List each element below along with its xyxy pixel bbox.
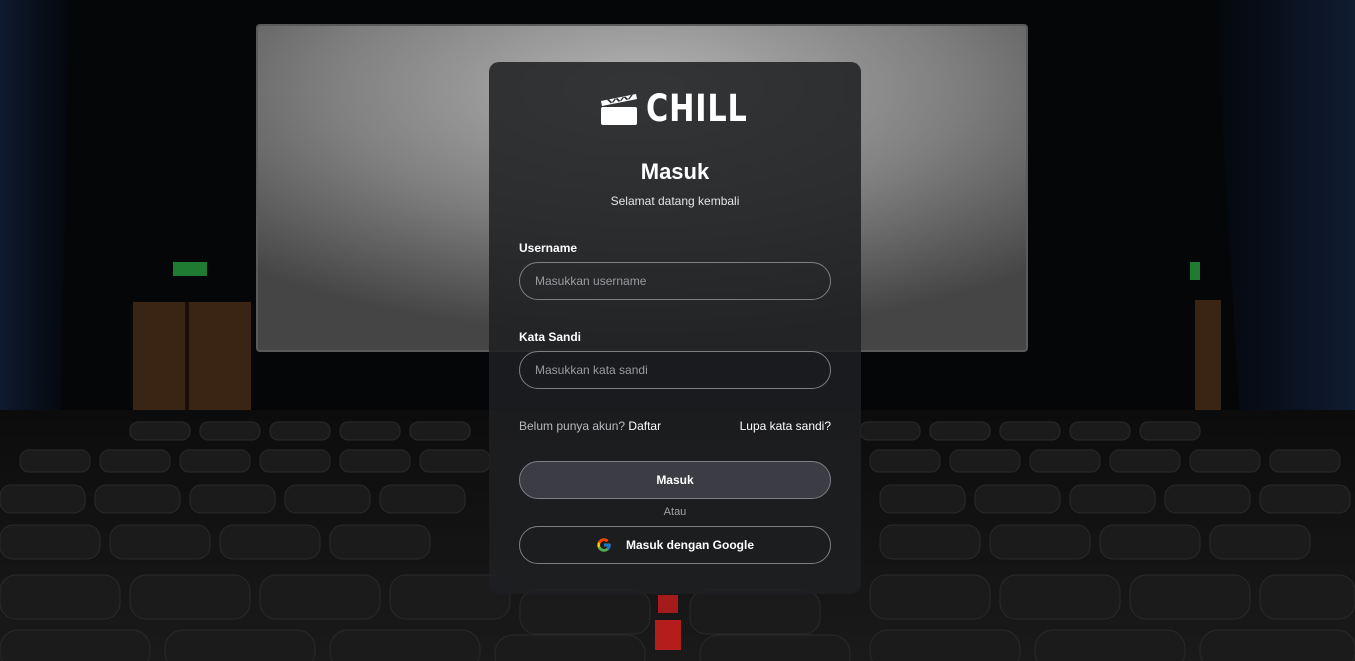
google-icon [597,538,611,552]
password-label: Kata Sandi [519,330,582,344]
forgot-password-link[interactable]: Lupa kata sandi? [740,419,831,433]
register-link[interactable]: Daftar [628,419,661,433]
username-input[interactable] [519,262,831,300]
page-title: Masuk [640,159,710,184]
divider-text: Atau [663,506,687,518]
google-login-button[interactable]: Masuk dengan Google [519,526,831,564]
no-account-text: Belum punya akun? [519,419,626,433]
password-input[interactable] [519,351,831,389]
clapperboard-icon [600,93,637,125]
google-button-label: Masuk dengan Google [625,538,754,552]
login-button[interactable]: Masuk [519,461,831,499]
account-links: Belum punya akun? Daftar Lupa kata sandi… [519,419,831,433]
register-prompt: Belum punya akun? Daftar [519,419,661,433]
page-subtitle: Selamat datang kembali [610,194,740,208]
brand-logo[interactable]: CHILL [489,90,861,127]
login-page: CHILL Masuk Selamat datang kembali Usern… [0,0,1355,661]
login-card: CHILL Masuk Selamat datang kembali Usern… [489,62,861,594]
username-label: Username [519,241,578,255]
logo-text: CHILL [645,87,748,130]
